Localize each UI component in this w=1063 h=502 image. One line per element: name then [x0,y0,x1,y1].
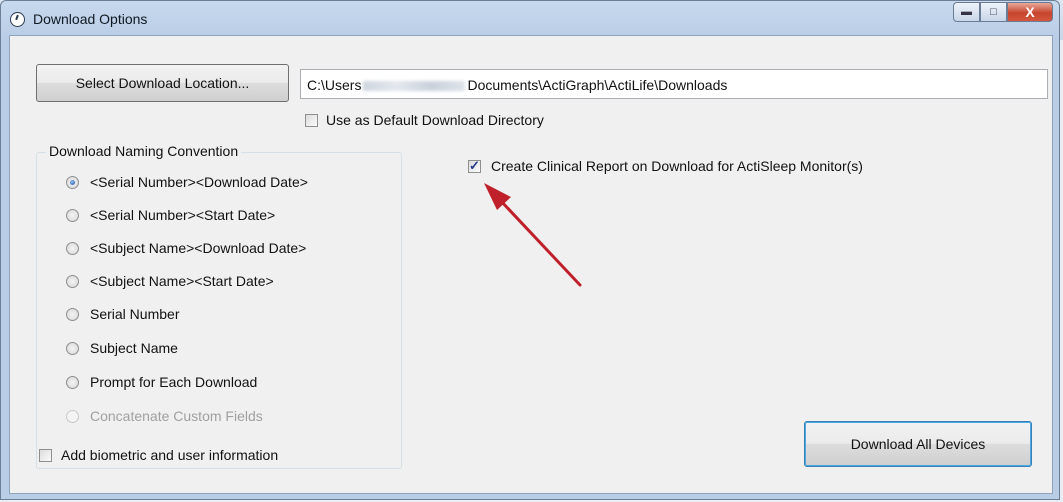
close-icon: X [1025,4,1035,20]
radio-label: Prompt for Each Download [90,374,258,390]
close-button[interactable]: X [1007,2,1053,22]
redacted-username [363,81,466,92]
radio-subject-name[interactable] [66,342,79,355]
radio-label: <Subject Name><Start Date> [90,273,274,289]
download-path-field[interactable]: C:\Users Documents\ActiGraph\ActiLife\Dow… [300,69,1048,99]
path-prefix: C:\Users [307,77,362,93]
radio-serial-start-date[interactable] [66,209,79,222]
select-download-location-label: Select Download Location... [75,75,250,91]
radio-serial-download-date[interactable] [66,176,79,189]
maximize-button[interactable]: □ [980,2,1007,22]
dialog-client-area: Select Download Location... C:\Users Docu… [9,35,1053,494]
radio-label: Serial Number [90,306,180,322]
download-options-dialog: Download Options ▬ □ X Select Download L… [0,0,1060,500]
radio-subject-download-date[interactable] [66,242,79,255]
radio-subject-start-date[interactable] [66,275,79,288]
naming-convention-title: Download Naming Convention [46,143,242,159]
maximize-icon: □ [990,6,997,18]
window-title: Download Options [33,11,148,27]
radio-label: <Subject Name><Download Date> [90,240,307,256]
clinical-report-label: Create Clinical Report on Download for A… [491,158,863,174]
biometric-checkbox[interactable] [39,449,52,462]
select-download-location-button[interactable]: Select Download Location... [36,64,289,102]
minimize-button[interactable]: ▬ [953,2,980,22]
radio-label: <Serial Number><Download Date> [90,174,308,190]
path-suffix: Documents\ActiGraph\ActiLife\Downloads [467,77,728,93]
download-all-devices-label: Download All Devices [850,436,986,452]
default-directory-checkbox[interactable] [305,114,318,127]
minimize-icon: ▬ [961,6,972,18]
radio-serial-number[interactable] [66,308,79,321]
radio-label: Subject Name [90,340,178,356]
title-bar: Download Options ▬ □ X [1,1,1059,35]
radio-label-disabled: Concatenate Custom Fields [90,408,263,424]
radio-prompt-each-download[interactable] [66,376,79,389]
radio-label: <Serial Number><Start Date> [90,207,276,223]
biometric-label: Add biometric and user information [61,447,279,463]
caption-buttons: ▬ □ X [953,2,1053,24]
clinical-report-checkbox[interactable] [468,158,481,174]
app-clock-icon [10,12,25,27]
download-all-devices-button[interactable]: Download All Devices [804,421,1032,467]
default-directory-label: Use as Default Download Directory [326,112,544,128]
radio-concatenate-custom-fields [66,410,79,423]
